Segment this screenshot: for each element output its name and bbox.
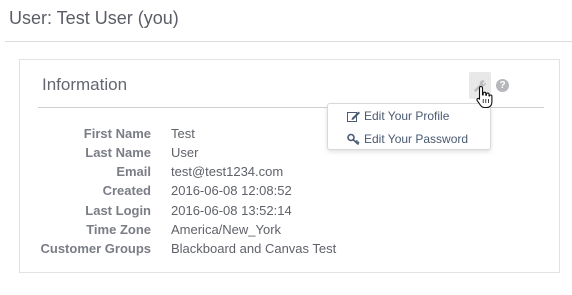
info-row-time-zone: Time Zone America/New_York bbox=[0, 222, 572, 240]
info-value: America/New_York bbox=[171, 222, 282, 237]
info-value: 2016-06-08 12:08:52 bbox=[171, 183, 292, 198]
help-icon[interactable]: ? bbox=[496, 79, 509, 92]
info-value: User bbox=[171, 145, 199, 160]
info-label: First Name bbox=[83, 126, 151, 141]
info-label: Created bbox=[102, 183, 151, 198]
menu-item-label: Edit Your Password bbox=[364, 132, 469, 146]
header-divider bbox=[5, 41, 572, 42]
user-page: User: Test User (you) Information ? Edit… bbox=[0, 0, 572, 295]
info-label: Email bbox=[116, 164, 151, 179]
hand-cursor-icon bbox=[476, 85, 493, 109]
info-row-created: Created 2016-06-08 12:08:52 bbox=[0, 183, 572, 201]
info-label: Last Name bbox=[85, 145, 151, 160]
info-value: Blackboard and Canvas Test bbox=[171, 241, 337, 256]
edit-icon bbox=[347, 111, 360, 122]
info-label: Customer Groups bbox=[40, 241, 151, 256]
menu-item-edit-profile[interactable]: Edit Your Profile bbox=[347, 107, 449, 125]
info-row-email: Email test@test1234.com bbox=[0, 164, 572, 182]
info-row-last-login: Last Login 2016-06-08 13:52:14 bbox=[0, 203, 572, 221]
menu-item-edit-password[interactable]: Edit Your Password bbox=[347, 130, 468, 148]
info-row-customer-groups: Customer Groups Blackboard and Canvas Te… bbox=[0, 241, 572, 259]
settings-dropdown-menu: Edit Your Profile Edit Your Password bbox=[327, 103, 491, 150]
info-value: Test bbox=[171, 126, 195, 141]
key-icon bbox=[347, 133, 360, 145]
panel-title: Information bbox=[42, 75, 128, 94]
info-label: Last Login bbox=[85, 203, 151, 218]
info-label: Time Zone bbox=[86, 222, 151, 237]
info-value: test@test1234.com bbox=[171, 164, 284, 179]
page-title: User: Test User (you) bbox=[9, 8, 179, 28]
menu-item-label: Edit Your Profile bbox=[364, 109, 450, 123]
info-value: 2016-06-08 13:52:14 bbox=[171, 203, 292, 218]
